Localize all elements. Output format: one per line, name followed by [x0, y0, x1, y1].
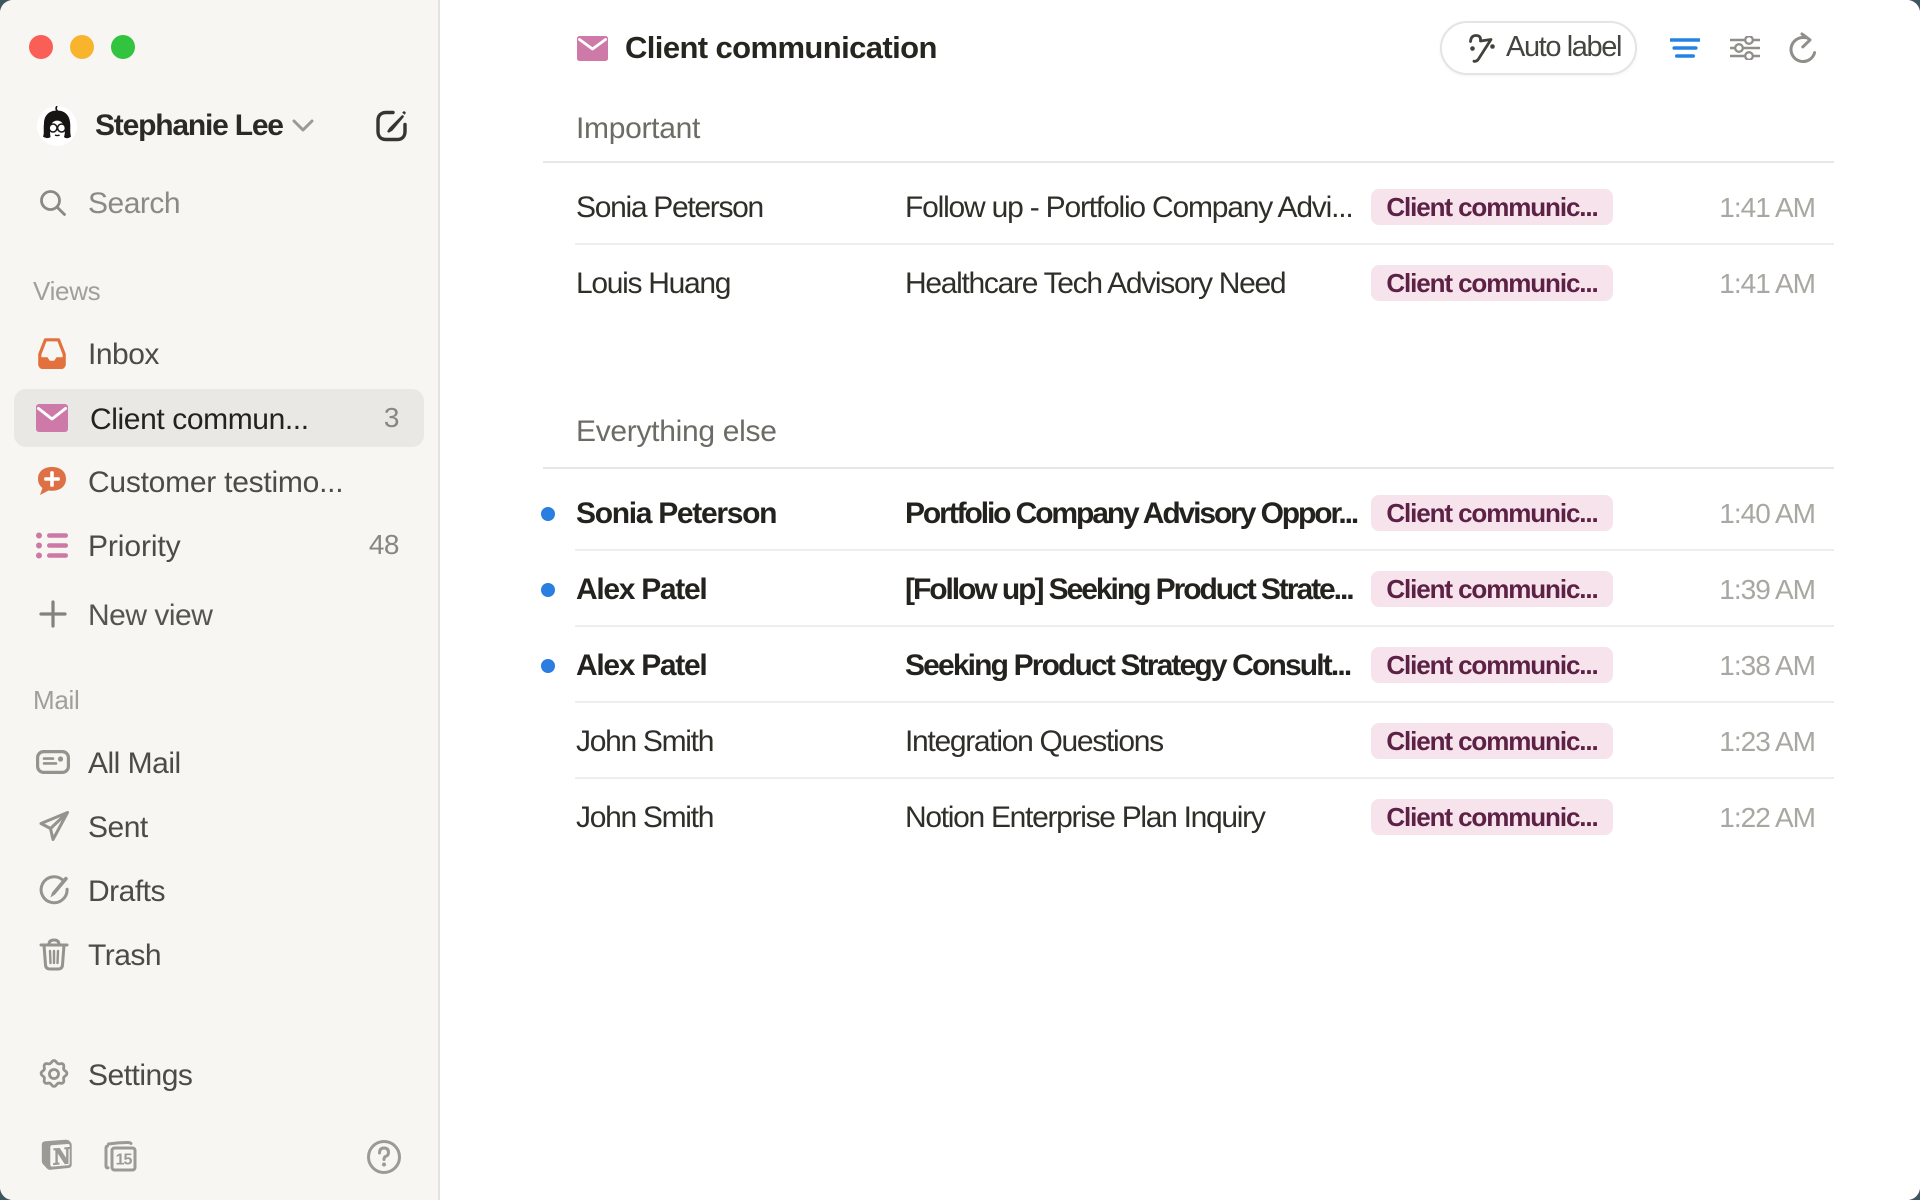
svg-text:15: 15 — [116, 1152, 133, 1169]
